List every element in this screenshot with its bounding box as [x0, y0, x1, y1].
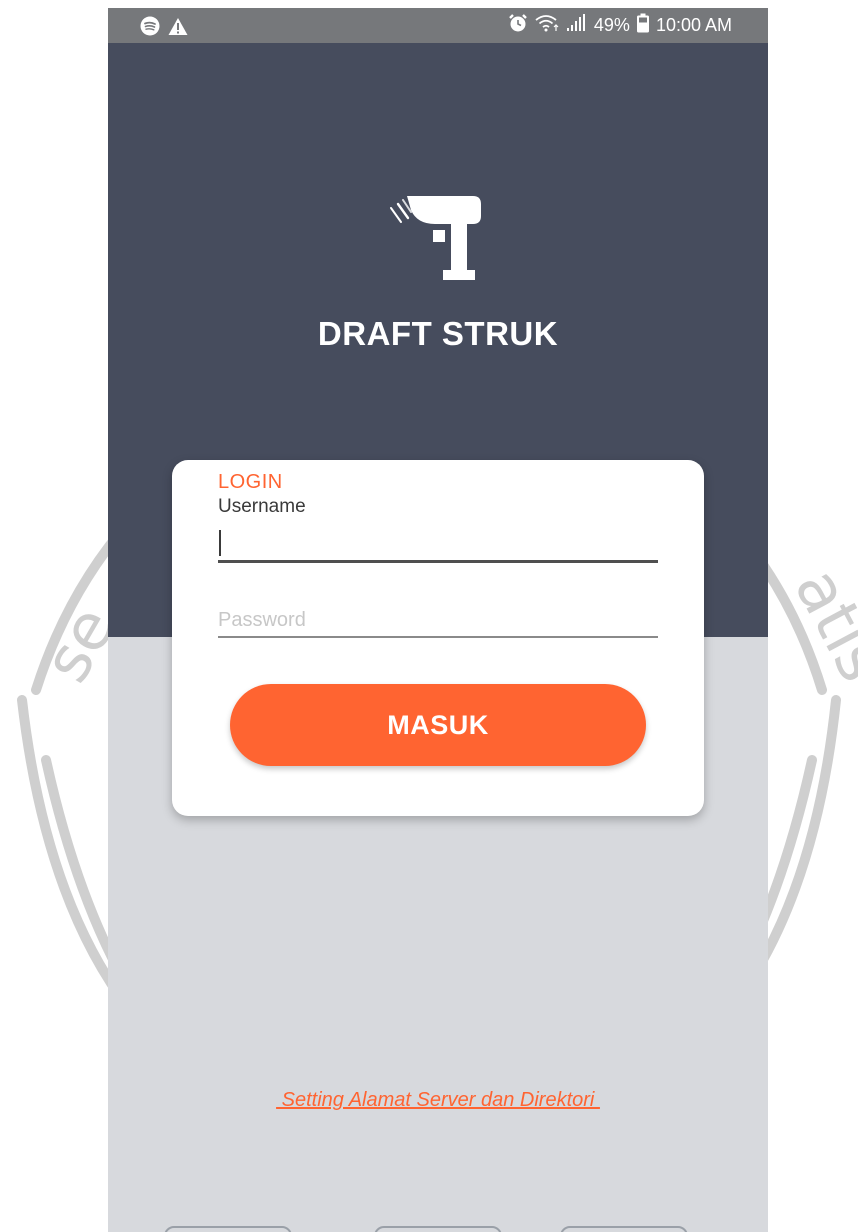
text-cursor [219, 530, 221, 556]
password-input[interactable]: Password [218, 606, 658, 638]
battery-icon [636, 13, 650, 38]
bottom-button-right[interactable] [560, 1226, 688, 1232]
barcode-scanner-icon [389, 190, 487, 285]
spotify-icon [140, 16, 160, 41]
login-heading: LOGIN [218, 471, 283, 493]
warning-icon [168, 17, 188, 41]
login-card: LOGIN Username Password MASUK [172, 460, 704, 816]
bottom-button-left[interactable] [164, 1226, 292, 1232]
masuk-button-label: MASUK [387, 709, 489, 740]
page: se atis 49% 10:00 AM DRAFT STRUK LOGIN U… [0, 0, 858, 1232]
signal-icon [566, 14, 588, 37]
username-label: Username [218, 496, 306, 517]
app-title: DRAFT STRUK [317, 315, 559, 352]
masuk-button[interactable]: MASUK [230, 684, 646, 766]
battery-percent: 49% [593, 15, 630, 35]
alarm-icon [508, 13, 528, 38]
password-placeholder: Password [218, 609, 306, 631]
watermark-text-right: atis [779, 557, 858, 694]
wifi-icon [534, 14, 560, 37]
bottom-button-center[interactable] [374, 1226, 502, 1232]
server-settings-link[interactable]: Setting Alamat Server dan Direktori [108, 1089, 768, 1112]
username-input[interactable] [218, 522, 658, 563]
phone-screen: 49% 10:00 AM DRAFT STRUK LOGIN Username … [108, 8, 768, 1232]
clock-time: 10:00 AM [655, 15, 732, 35]
status-bar: 49% 10:00 AM [108, 8, 768, 43]
